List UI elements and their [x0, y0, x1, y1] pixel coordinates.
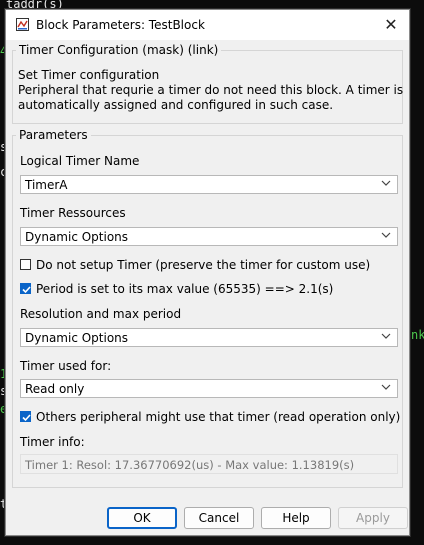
chevron-down-icon [381, 384, 391, 390]
timer-info-label: Timer info: [20, 435, 85, 449]
parameters-group-legend: Parameters [16, 128, 91, 142]
timer-resources-value: Dynamic Options [25, 230, 129, 244]
terminal-text: nk [411, 328, 424, 342]
title-bar[interactable]: Block Parameters: TestBlock ✕ [6, 10, 409, 40]
block-parameters-dialog: Block Parameters: TestBlock ✕ Timer Conf… [5, 9, 410, 536]
resolution-label: Resolution and max period [20, 307, 182, 321]
checkmark-icon [22, 286, 31, 294]
checkbox-checked[interactable] [20, 411, 31, 422]
timer-used-for-dropdown[interactable]: Read only [20, 379, 398, 398]
logical-timer-name-value: TimerA [25, 178, 68, 192]
resolution-value: Dynamic Options [25, 331, 129, 345]
chevron-down-icon [381, 232, 391, 238]
cancel-button[interactable]: Cancel [184, 507, 254, 529]
max-period-checkbox[interactable]: Period is set to its max value (65535) =… [20, 282, 333, 296]
checkbox-checked[interactable] [20, 283, 31, 294]
help-button[interactable]: Help [261, 507, 331, 529]
others-use-timer-checkbox[interactable]: Others peripheral might use that timer (… [20, 410, 400, 424]
description-line: Peripheral that requrie a timer do not n… [18, 83, 404, 97]
checkbox-unchecked[interactable] [20, 259, 31, 270]
timer-resources-dropdown[interactable]: Dynamic Options [20, 227, 398, 246]
max-period-label: Period is set to its max value (65535) =… [36, 282, 334, 296]
description-line: Set Timer configuration [18, 68, 160, 82]
simulink-block-icon [16, 18, 29, 31]
logical-timer-name-dropdown[interactable]: TimerA [20, 175, 398, 194]
timer-used-for-value: Read only [25, 382, 85, 396]
others-use-timer-label: Others peripheral might use that timer (… [36, 410, 401, 424]
mask-group-legend: Timer Configuration (mask) (link) [16, 43, 222, 57]
timer-info-value: Timer 1: Resol: 17.36770692(us) - Max va… [25, 458, 355, 472]
timer-used-for-label: Timer used for: [20, 359, 112, 373]
no-setup-timer-label: Do not setup Timer (preserve the timer f… [36, 258, 371, 272]
dialog-title: Block Parameters: TestBlock [36, 18, 205, 32]
timer-info-field: Timer 1: Resol: 17.36770692(us) - Max va… [20, 454, 398, 474]
close-icon: ✕ [384, 15, 398, 34]
ok-button[interactable]: OK [107, 507, 177, 529]
resolution-dropdown[interactable]: Dynamic Options [20, 328, 398, 347]
description-line: automatically assigned and configured in… [18, 98, 334, 112]
no-setup-timer-checkbox[interactable]: Do not setup Timer (preserve the timer f… [20, 258, 370, 272]
apply-button[interactable]: Apply [338, 507, 408, 529]
close-button[interactable]: ✕ [373, 10, 409, 40]
chevron-down-icon [381, 180, 391, 186]
timer-resources-label: Timer Ressources [20, 206, 126, 220]
logical-timer-name-label: Logical Timer Name [20, 154, 140, 168]
checkmark-icon [22, 414, 31, 422]
chevron-down-icon [381, 333, 391, 339]
